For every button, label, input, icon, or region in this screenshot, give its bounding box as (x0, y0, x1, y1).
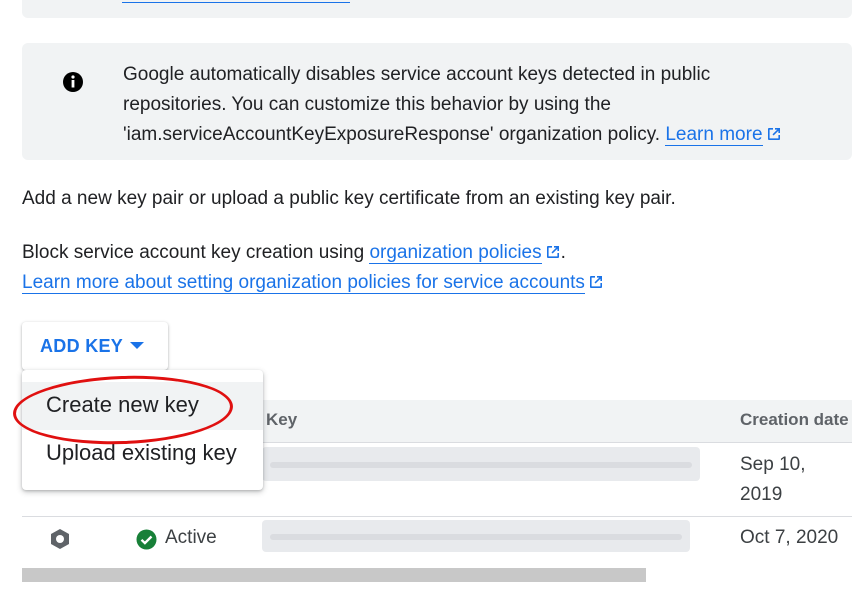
caret-down-icon (130, 342, 144, 349)
redacted-key-id (262, 447, 700, 481)
row1-date-line2: 2019 (740, 484, 783, 505)
external-link-icon[interactable] (766, 126, 782, 142)
info-line-1: Google automatically disables service ac… (123, 64, 711, 85)
info-line-3: 'iam.serviceAccountKeyExposureResponse' … (123, 120, 823, 150)
add-key-description: Add a new key pair or upload a public ke… (22, 188, 676, 209)
info-line-2: repositories. You can customize this beh… (123, 94, 611, 115)
add-key-label: ADD KEY (40, 336, 124, 356)
row2-status: Active (165, 527, 217, 548)
block-key-line: Block service account key creation using… (22, 238, 566, 268)
header-creation-date: Creation date (740, 410, 849, 429)
info-banner: Google automatically disables service ac… (22, 43, 852, 160)
row2-date: Oct 7, 2020 (740, 527, 839, 548)
menu-item-label: Upload existing key (46, 440, 237, 465)
info-icon (63, 72, 83, 92)
top-panel (22, 0, 852, 18)
block-key-prefix: Block service account key creation using (22, 242, 370, 263)
info-text: Google automatically disables service ac… (123, 60, 823, 150)
policy-help-line: Learn more about setting organization po… (22, 268, 604, 298)
external-link-icon[interactable] (545, 244, 561, 260)
external-link-icon[interactable] (588, 274, 604, 290)
row1-date-line1: Sep 10, (740, 454, 806, 475)
top-link-fragment[interactable] (122, 2, 350, 3)
key-hex-icon (51, 529, 69, 549)
info-line-3-text: 'iam.serviceAccountKeyExposureResponse' … (123, 124, 661, 145)
organization-policies-link[interactable]: organization policies (369, 242, 542, 264)
add-key-button[interactable]: ADD KEY (22, 322, 168, 370)
block-key-suffix: . (560, 242, 566, 263)
horizontal-scrollbar[interactable] (22, 568, 646, 582)
learn-more-link[interactable]: Learn more (665, 124, 763, 146)
learn-more-policies-link[interactable]: Learn more about setting organization po… (22, 272, 585, 294)
row-divider (22, 516, 852, 517)
redacted-key-id (262, 520, 690, 552)
header-key: Key (266, 410, 298, 429)
check-circle-icon (136, 529, 157, 550)
